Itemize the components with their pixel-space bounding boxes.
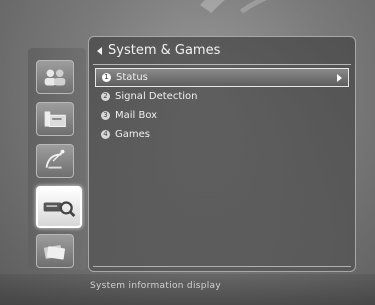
users-icon [44,69,66,86]
item-number-badge: 3 [101,111,110,120]
folder-icon [44,111,66,127]
item-number-badge: 1 [102,73,111,82]
card-stack-icon [43,245,65,260]
menu-item-mail-box[interactable]: 3 Mail Box [95,106,349,125]
tv-menu-screen: System & Games 1 Status 2 Signal Detecti… [0,0,375,305]
menu-list: 1 Status 2 Signal Detection 3 Mail Box 4… [95,68,349,144]
sidebar-item-cards[interactable] [36,234,74,268]
menu-panel: System & Games 1 Status 2 Signal Detecti… [88,36,356,272]
sidebar-item-satellite[interactable] [36,144,74,178]
menu-item-label: Games [115,129,150,140]
item-number-badge: 2 [101,92,110,101]
menu-item-label: Signal Detection [115,91,198,102]
menu-item-label: Mail Box [115,110,158,121]
menu-item-label: Status [116,72,148,83]
chevron-right-icon [337,74,342,82]
panel-bottom-divider [93,266,351,267]
sidebar-item-system-games[interactable] [36,186,82,228]
menu-item-signal-detection[interactable]: 2 Signal Detection [95,87,349,106]
back-arrow-icon[interactable] [97,47,102,55]
title-divider [93,64,351,65]
page-title: System & Games [108,43,221,58]
menu-item-status[interactable]: 1 Status [95,68,349,87]
sidebar-item-users[interactable] [36,60,74,94]
system-search-icon [43,201,76,218]
satellite-dish-icon [45,149,65,169]
status-bar-text: System information display [90,281,221,291]
panel-title: System & Games [97,41,347,61]
item-number-badge: 4 [101,130,110,139]
sidebar-item-folder[interactable] [36,102,74,136]
menu-item-games[interactable]: 4 Games [95,125,349,144]
